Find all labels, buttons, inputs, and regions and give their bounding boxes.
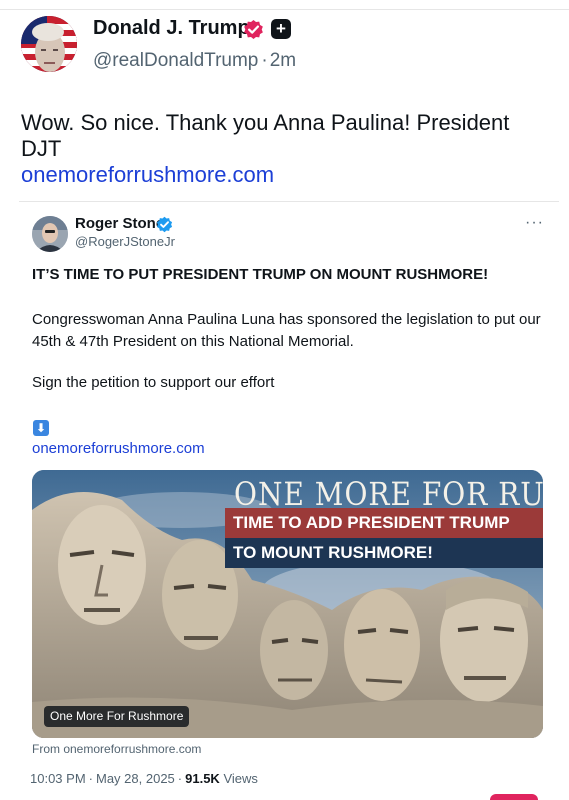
quoted-post[interactable]: Roger Stone @RogerJStoneJr ··· IT’S TIME…: [19, 201, 559, 767]
post-date[interactable]: May 28, 2025: [96, 771, 175, 786]
handle-separator: ·: [261, 50, 268, 71]
post-meta: 10:03 PM · May 28, 2025 · 91.5K Views: [30, 771, 258, 786]
verified-badge-icon: [244, 19, 263, 40]
quote-sign-line: Sign the petition to support our effort: [32, 374, 275, 391]
views-label: Views: [223, 771, 258, 786]
link-card-label: One More For Rushmore: [44, 706, 190, 727]
quote-headline: IT’S TIME TO PUT PRESIDENT TRUMP ON MOUN…: [32, 266, 489, 283]
quote-author-name[interactable]: Roger Stone: [75, 215, 164, 232]
link-source[interactable]: From onemoreforrushmore.com: [32, 742, 201, 756]
link-preview-card[interactable]: ONE MORE FOR RUSHMORE TIME TO ADD PRESID…: [32, 470, 543, 738]
meta-separator: ·: [177, 771, 183, 786]
meta-separator: ·: [88, 771, 93, 786]
quote-author-handle[interactable]: @RogerJStoneJr: [75, 234, 175, 249]
more-options-icon[interactable]: ···: [525, 214, 544, 232]
verified-badge-icon: [156, 216, 173, 233]
quote-paragraph: Congresswoman Anna Paulina Luna has spon…: [32, 311, 541, 350]
author-avatar[interactable]: [21, 16, 77, 72]
author-handle-row: @realDonaldTrump · 2m: [93, 50, 296, 72]
corner-badge: [490, 794, 538, 800]
quote-link[interactable]: onemoreforrushmore.com: [32, 440, 205, 457]
top-divider: [0, 9, 569, 10]
author-name[interactable]: Donald J. Trump: [93, 17, 250, 40]
post-time-ago[interactable]: 2m: [270, 50, 296, 71]
post-text: Wow. So nice. Thank you Anna Paulina! Pr…: [21, 110, 510, 161]
plus-badge-icon: +: [271, 19, 291, 39]
views-count: 91.5K: [185, 771, 220, 786]
banner-navy-line: TO MOUNT RUSHMORE!: [225, 538, 543, 568]
post-time[interactable]: 10:03 PM: [30, 771, 86, 786]
quote-author-avatar[interactable]: [32, 216, 68, 252]
post-link[interactable]: onemoreforrushmore.com: [21, 162, 274, 188]
banner-red-line: TIME TO ADD PRESIDENT TRUMP: [225, 508, 543, 538]
down-arrow-icon: ⬇: [33, 420, 49, 436]
author-handle[interactable]: @realDonaldTrump: [93, 50, 258, 71]
